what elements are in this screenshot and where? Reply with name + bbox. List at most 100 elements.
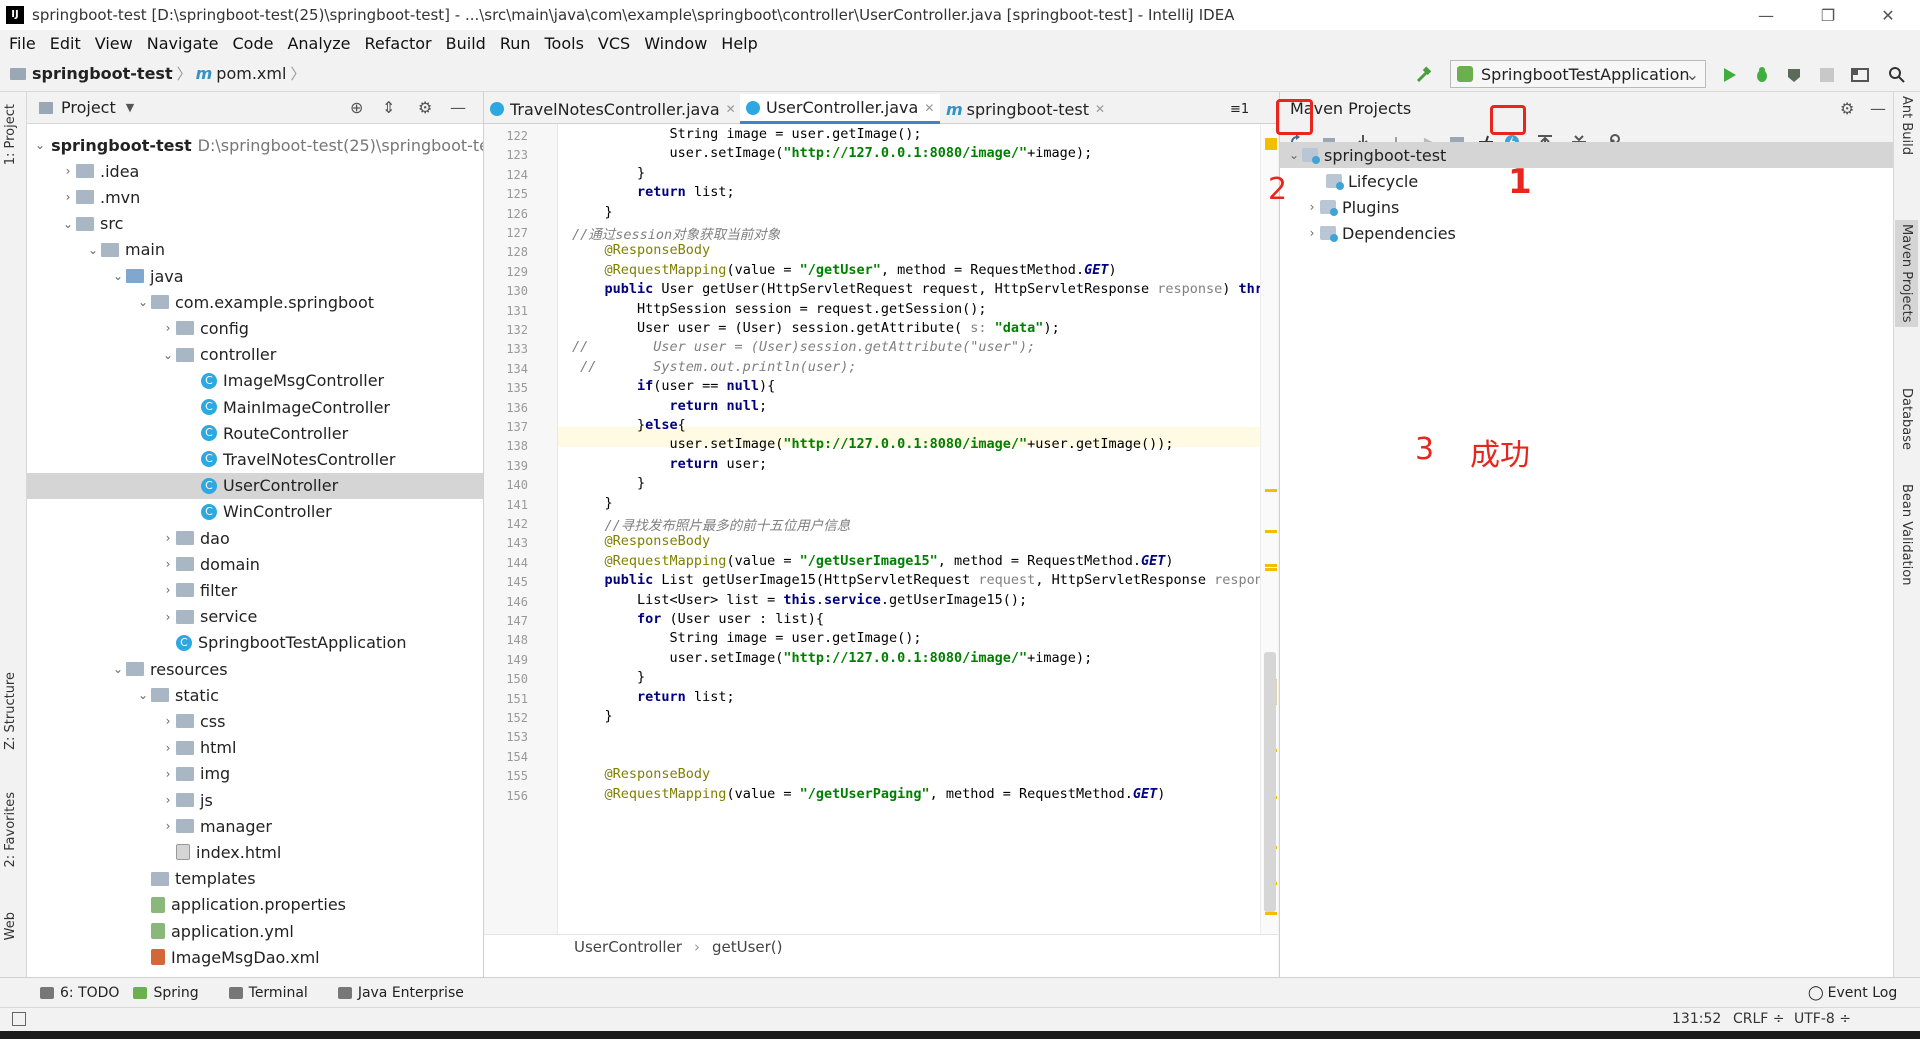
chevron-down-icon[interactable]: ⌄	[135, 295, 151, 309]
warning-marker[interactable]	[1265, 912, 1277, 915]
tree-item-wincontroller[interactable]: C WinController	[27, 499, 483, 525]
chevron-right-icon[interactable]: ›	[60, 190, 76, 204]
tree-item-springboot-test[interactable]: ⌄ springboot-test D:\springboot-test(25)\s…	[27, 132, 483, 158]
tab-usercontroller[interactable]: UserController.java ✕	[740, 94, 941, 124]
code-line[interactable]: return user;	[572, 456, 768, 472]
menu-window[interactable]: Window	[639, 34, 716, 53]
tree-item-css[interactable]: › css	[27, 708, 483, 734]
tab-structure-tool[interactable]: Z: Structure	[3, 672, 18, 750]
tool-spring[interactable]: Spring	[133, 985, 199, 1001]
dropdown-arrow-icon[interactable]: ▼	[126, 101, 134, 114]
tree-item-templates[interactable]: templates	[27, 866, 483, 892]
tree-item-springboottestapplication[interactable]: C SpringbootTestApplication	[27, 630, 483, 656]
collapse-all-icon[interactable]: ⇕	[382, 98, 395, 117]
code-line[interactable]: @ResponseBody	[572, 242, 711, 258]
code-line[interactable]: user.setImage("http://127.0.0.1:8080/ima…	[572, 436, 1174, 452]
chevron-right-icon[interactable]: ›	[160, 793, 176, 807]
code-line[interactable]: user.setImage("http://127.0.0.1:8080/ima…	[572, 650, 1093, 666]
project-structure-icon[interactable]	[1850, 65, 1870, 85]
code-line[interactable]: @RequestMapping(value = "/getUserPaging"…	[572, 786, 1166, 802]
chevron-right-icon[interactable]: ›	[160, 557, 176, 571]
run-icon[interactable]	[1719, 65, 1739, 85]
tree-item-main[interactable]: ⌄ main	[27, 237, 483, 263]
tree-item-mainimagecontroller[interactable]: C MainImageController	[27, 394, 483, 420]
close-icon[interactable]: ✕	[924, 101, 934, 115]
tab-database[interactable]: Database	[1899, 388, 1914, 450]
tab-ant-build[interactable]: Ant Build	[1899, 96, 1914, 155]
warning-marker[interactable]	[1265, 138, 1277, 150]
breadcrumb-file[interactable]: m pom.xml	[196, 64, 287, 83]
hide-panel-icon[interactable]: —	[450, 98, 466, 117]
chevron-right-icon[interactable]: ›	[160, 531, 176, 545]
tree-item-com-example-springboot[interactable]: ⌄ com.example.springboot	[27, 289, 483, 315]
chevron-down-icon[interactable]: ⌄	[35, 138, 45, 152]
code-line[interactable]: String image = user.getImage();	[572, 630, 922, 646]
tree-item-imagemsgdao-xml[interactable]: ImageMsgDao.xml	[27, 944, 483, 970]
close-icon[interactable]: ✕	[1095, 102, 1105, 116]
chevron-right-icon[interactable]: ›	[60, 164, 76, 178]
tab-springboot-test-pom[interactable]: m springboot-test ✕	[940, 94, 1111, 124]
chevron-right-icon[interactable]: ›	[160, 819, 176, 833]
code-line[interactable]: return list;	[572, 689, 735, 705]
project-view-selector[interactable]: Project	[61, 98, 116, 117]
code-line[interactable]: }else{	[572, 417, 686, 433]
coverage-icon[interactable]	[1784, 65, 1804, 85]
menu-vcs[interactable]: VCS	[593, 34, 639, 53]
code-line[interactable]: }	[572, 669, 645, 685]
gear-icon[interactable]: ⚙	[418, 98, 432, 117]
tree-item-resources[interactable]: ⌄ resources	[27, 656, 483, 682]
chevron-right-icon[interactable]: ›	[1304, 226, 1320, 240]
tree-item-index-html[interactable]: index.html	[27, 839, 483, 865]
chevron-down-icon[interactable]: ⌄	[85, 243, 101, 257]
close-button[interactable]: ✕	[1866, 0, 1910, 30]
tree-item-config[interactable]: › config	[27, 315, 483, 341]
code-line[interactable]: return null;	[572, 398, 768, 414]
tree-item-controller[interactable]: ⌄ controller	[27, 342, 483, 368]
menu-navigate[interactable]: Navigate	[142, 34, 228, 53]
tree-item-html[interactable]: › html	[27, 735, 483, 761]
tree-item-application-properties[interactable]: application.properties	[27, 892, 483, 918]
chevron-down-icon[interactable]: ⌄	[60, 217, 76, 231]
menu-refactor[interactable]: Refactor	[360, 34, 441, 53]
stop-icon[interactable]	[1817, 65, 1837, 85]
menu-analyze[interactable]: Analyze	[282, 34, 359, 53]
maven-dependencies[interactable]: › Dependencies	[1280, 220, 1456, 246]
code-line[interactable]: }	[572, 475, 645, 491]
tab-favorites-tool[interactable]: 2: Favorites	[3, 792, 18, 868]
breadcrumb-project[interactable]: springboot-test	[10, 64, 173, 83]
minimize-button[interactable]: —	[1744, 0, 1788, 30]
menu-tools[interactable]: Tools	[540, 34, 593, 53]
tree-item-src[interactable]: ⌄ src	[27, 211, 483, 237]
maven-lifecycle[interactable]: Lifecycle	[1280, 168, 1418, 194]
tree-item-js[interactable]: › js	[27, 787, 483, 813]
tree-item-img[interactable]: › img	[27, 761, 483, 787]
menu-view[interactable]: View	[90, 34, 142, 53]
code-line[interactable]: // User user = (User)session.getAttribut…	[572, 339, 1035, 355]
build-hammer-icon[interactable]	[1414, 65, 1434, 85]
chevron-right-icon[interactable]: ›	[160, 714, 176, 728]
breadcrumb-method[interactable]: getUser()	[712, 938, 783, 956]
chevron-down-icon[interactable]: ⌄	[135, 688, 151, 702]
code-line[interactable]: String image = user.getImage();	[572, 126, 922, 142]
search-icon[interactable]	[1887, 65, 1907, 85]
tool-event-log[interactable]: ◯ Event Log	[1808, 985, 1897, 1001]
tab-bean-validation[interactable]: Bean Validation	[1899, 484, 1914, 585]
code-line[interactable]: @RequestMapping(value = "/getUser", meth…	[572, 262, 1117, 278]
locate-icon[interactable]: ⊕	[350, 98, 363, 117]
maven-root-springboot-test[interactable]: ⌄ springboot-test	[1280, 142, 1894, 168]
caret-position[interactable]: 131:52	[1672, 1011, 1721, 1027]
code-line[interactable]: }	[572, 708, 613, 724]
code-line[interactable]: user.setImage("http://127.0.0.1:8080/ima…	[572, 145, 1093, 161]
code-line[interactable]: if(user == null){	[572, 378, 775, 394]
tab-project-tool[interactable]: 1: Project	[3, 104, 18, 165]
code-line[interactable]: @ResponseBody	[572, 533, 711, 549]
debug-icon[interactable]	[1752, 65, 1772, 85]
code-line[interactable]: }	[572, 165, 645, 181]
code-line[interactable]: }	[572, 495, 613, 511]
tree-item-filter[interactable]: › filter	[27, 577, 483, 603]
tree-item-service[interactable]: › service	[27, 604, 483, 630]
menu-help[interactable]: Help	[716, 34, 766, 53]
toggle-tool-windows-icon[interactable]	[12, 1012, 26, 1026]
warning-marker[interactable]	[1265, 489, 1277, 492]
tab-maven-projects[interactable]: Maven Projects	[1895, 220, 1918, 327]
